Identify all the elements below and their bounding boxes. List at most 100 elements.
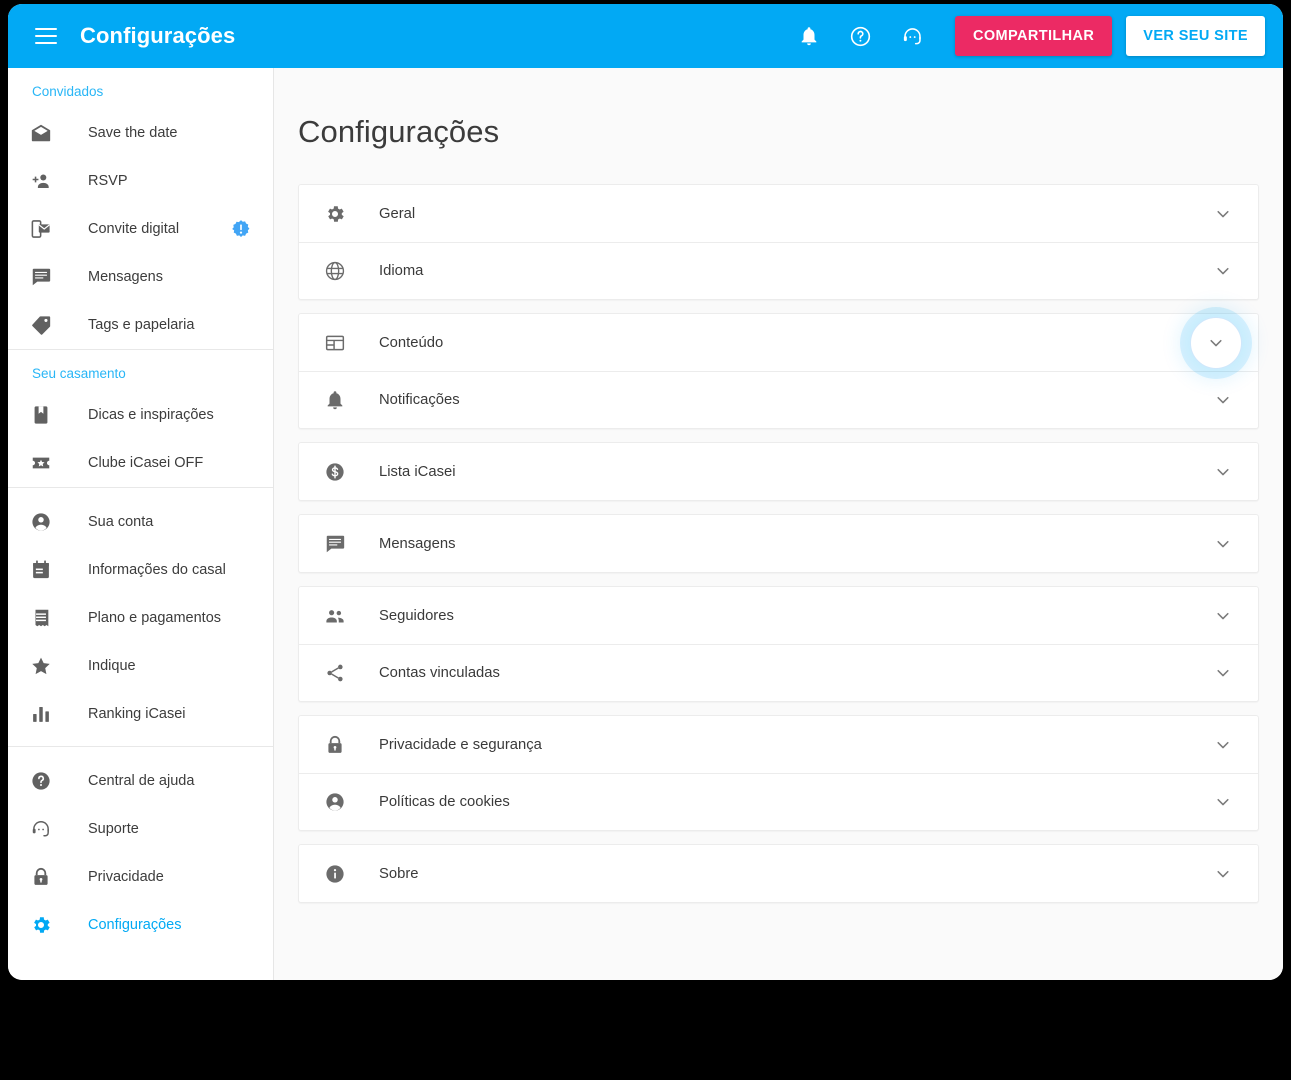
help-circle-icon (30, 770, 64, 792)
ticket-star-icon (30, 452, 64, 474)
settings-row-label: Notificações (379, 392, 460, 408)
sidebar-item-label: Configurações (88, 917, 182, 933)
settings-card: Sobre (298, 844, 1259, 903)
person-add-icon (30, 170, 64, 192)
sidebar-item-ranking-icasei[interactable]: Ranking iCasei (8, 690, 273, 738)
chevron-down-icon[interactable] (1210, 603, 1236, 629)
help-circle-icon[interactable] (840, 15, 882, 57)
hamburger-menu-icon[interactable] (28, 18, 64, 54)
sidebar-item-dicas-e-inspira-es[interactable]: Dicas e inspirações (8, 391, 273, 439)
page-title-topbar: Configurações (80, 23, 236, 48)
sidebar-item-save-the-date[interactable]: Save the date (8, 109, 273, 157)
chevron-down-icon[interactable] (1210, 861, 1236, 887)
sidebar-item-convite-digital[interactable]: Convite digital (8, 205, 273, 253)
sidebar-group-2: Sua conta Informações do casal Plano e pag… (8, 487, 273, 746)
sidebar-item-label: RSVP (88, 173, 128, 189)
chevron-down-icon[interactable] (1210, 201, 1236, 227)
alert-badge-icon (231, 219, 251, 239)
settings-row-notifica-es[interactable]: Notificações (299, 371, 1258, 428)
settings-row-conte-do[interactable]: Conteúdo (299, 314, 1258, 371)
settings-row-mensagens[interactable]: Mensagens (299, 515, 1258, 572)
settings-card: Privacidade e segurança Políticas de cook… (298, 715, 1259, 831)
main-content: Configurações Geral Idioma Conteúdo Notific… (274, 68, 1283, 980)
sidebar-item-clube-icasei-off[interactable]: Clube iCasei OFF (8, 439, 273, 487)
info-circle-icon (321, 863, 349, 885)
chevron-down-icon[interactable] (1210, 258, 1236, 284)
sidebar-item-indique[interactable]: Indique (8, 642, 273, 690)
chat-icon (321, 533, 349, 555)
app-window: Configurações COMPARTILHAR VER SEU SITE … (8, 4, 1283, 980)
settings-row-geral[interactable]: Geral (299, 185, 1258, 242)
settings-row-seguidores[interactable]: Seguidores (299, 587, 1258, 644)
sidebar-group-header: Seu casamento (32, 366, 126, 381)
settings-row-label: Idioma (379, 263, 424, 279)
sidebar-item-sua-conta[interactable]: Sua conta (8, 498, 273, 546)
sidebar-item-label: Clube iCasei OFF (88, 455, 204, 471)
chevron-down-icon[interactable] (1190, 316, 1242, 369)
share-button[interactable]: COMPARTILHAR (954, 16, 1113, 56)
settings-row-idioma[interactable]: Idioma (299, 242, 1258, 299)
sidebar-item-label: Mensagens (88, 269, 163, 285)
settings-row-label: Conteúdo (379, 334, 444, 351)
account-circle-icon (30, 511, 64, 533)
chevron-down-icon[interactable] (1210, 789, 1236, 815)
bell-icon (321, 389, 349, 411)
settings-row-label: Privacidade e segurança (379, 736, 542, 753)
calendar-icon (30, 559, 64, 581)
settings-row-lista-icasei[interactable]: Lista iCasei (299, 443, 1258, 500)
support-agent-icon[interactable] (892, 15, 934, 57)
view-site-button[interactable]: VER SEU SITE (1126, 16, 1265, 56)
sidebar-group-1: Seu casamento Dicas e inspirações Clube iC… (8, 349, 273, 487)
settings-card: Mensagens (298, 514, 1259, 573)
gear-icon (321, 203, 349, 225)
people-icon (321, 605, 349, 627)
chevron-down-icon[interactable] (1210, 732, 1236, 758)
chat-icon (30, 266, 64, 288)
settings-row-pol-ticas-de-cookies[interactable]: Políticas de cookies (299, 773, 1258, 830)
tag-icon (30, 314, 64, 336)
sidebar-item-label: Convite digital (88, 221, 180, 237)
chevron-down-icon[interactable] (1210, 531, 1236, 557)
page-title: Configurações (298, 114, 500, 149)
money-circle-icon (321, 461, 349, 483)
sidebar-item-plano-e-pagamentos[interactable]: Plano e pagamentos (8, 594, 273, 642)
bar-chart-icon (30, 703, 64, 725)
sidebar-item-privacidade[interactable]: Privacidade (8, 853, 273, 901)
chevron-down-icon[interactable] (1210, 459, 1236, 485)
sidebar-item-mensagens[interactable]: Mensagens (8, 253, 273, 301)
sidebar-group-3: Central de ajuda Suporte Privacidade Config… (8, 746, 273, 957)
notifications-bell-icon[interactable] (788, 15, 830, 57)
settings-card: Conteúdo Notificações (298, 313, 1259, 429)
sidebar-group-header: Convidados (32, 84, 104, 99)
settings-row-label: Geral (379, 205, 416, 222)
sidebar-item-label: Save the date (88, 125, 178, 141)
settings-row-privacidade-e-seguran-a[interactable]: Privacidade e segurança (299, 716, 1258, 773)
settings-row-label: Mensagens (379, 535, 456, 552)
sidebar-item-label: Central de ajuda (88, 773, 195, 789)
chevron-down-icon[interactable] (1210, 387, 1236, 413)
digital-invite-icon (30, 218, 64, 240)
sidebar-item-label: Plano e pagamentos (88, 610, 222, 626)
mail-open-icon (30, 122, 64, 144)
settings-row-label: Seguidores (379, 607, 454, 624)
sidebar-item-tags-e-papelaria[interactable]: Tags e papelaria (8, 301, 273, 349)
sidebar-item-configura-es[interactable]: Configurações (8, 901, 273, 949)
lock-icon (30, 866, 64, 888)
sidebar-item-label: Tags e papelaria (88, 317, 195, 333)
share-icon (321, 662, 349, 684)
sidebar-navigation: Convidados Save the date RSVP Convite digit… (8, 68, 274, 980)
settings-row-sobre[interactable]: Sobre (299, 845, 1258, 902)
receipt-icon (30, 607, 64, 629)
settings-row-label: Contas vinculadas (379, 665, 500, 681)
gear-icon (30, 914, 64, 936)
settings-card: Seguidores Contas vinculadas (298, 586, 1259, 702)
sidebar-item-informa-es-do-casal[interactable]: Informações do casal (8, 546, 273, 594)
chevron-down-icon[interactable] (1210, 660, 1236, 686)
sidebar-item-rsvp[interactable]: RSVP (8, 157, 273, 205)
sidebar-item-label: Sua conta (88, 514, 154, 530)
account-circle-icon (321, 791, 349, 813)
sidebar-item-label: Dicas e inspirações (88, 407, 214, 423)
sidebar-item-central-de-ajuda[interactable]: Central de ajuda (8, 757, 273, 805)
settings-row-contas-vinculadas[interactable]: Contas vinculadas (299, 644, 1258, 701)
sidebar-item-suporte[interactable]: Suporte (8, 805, 273, 853)
